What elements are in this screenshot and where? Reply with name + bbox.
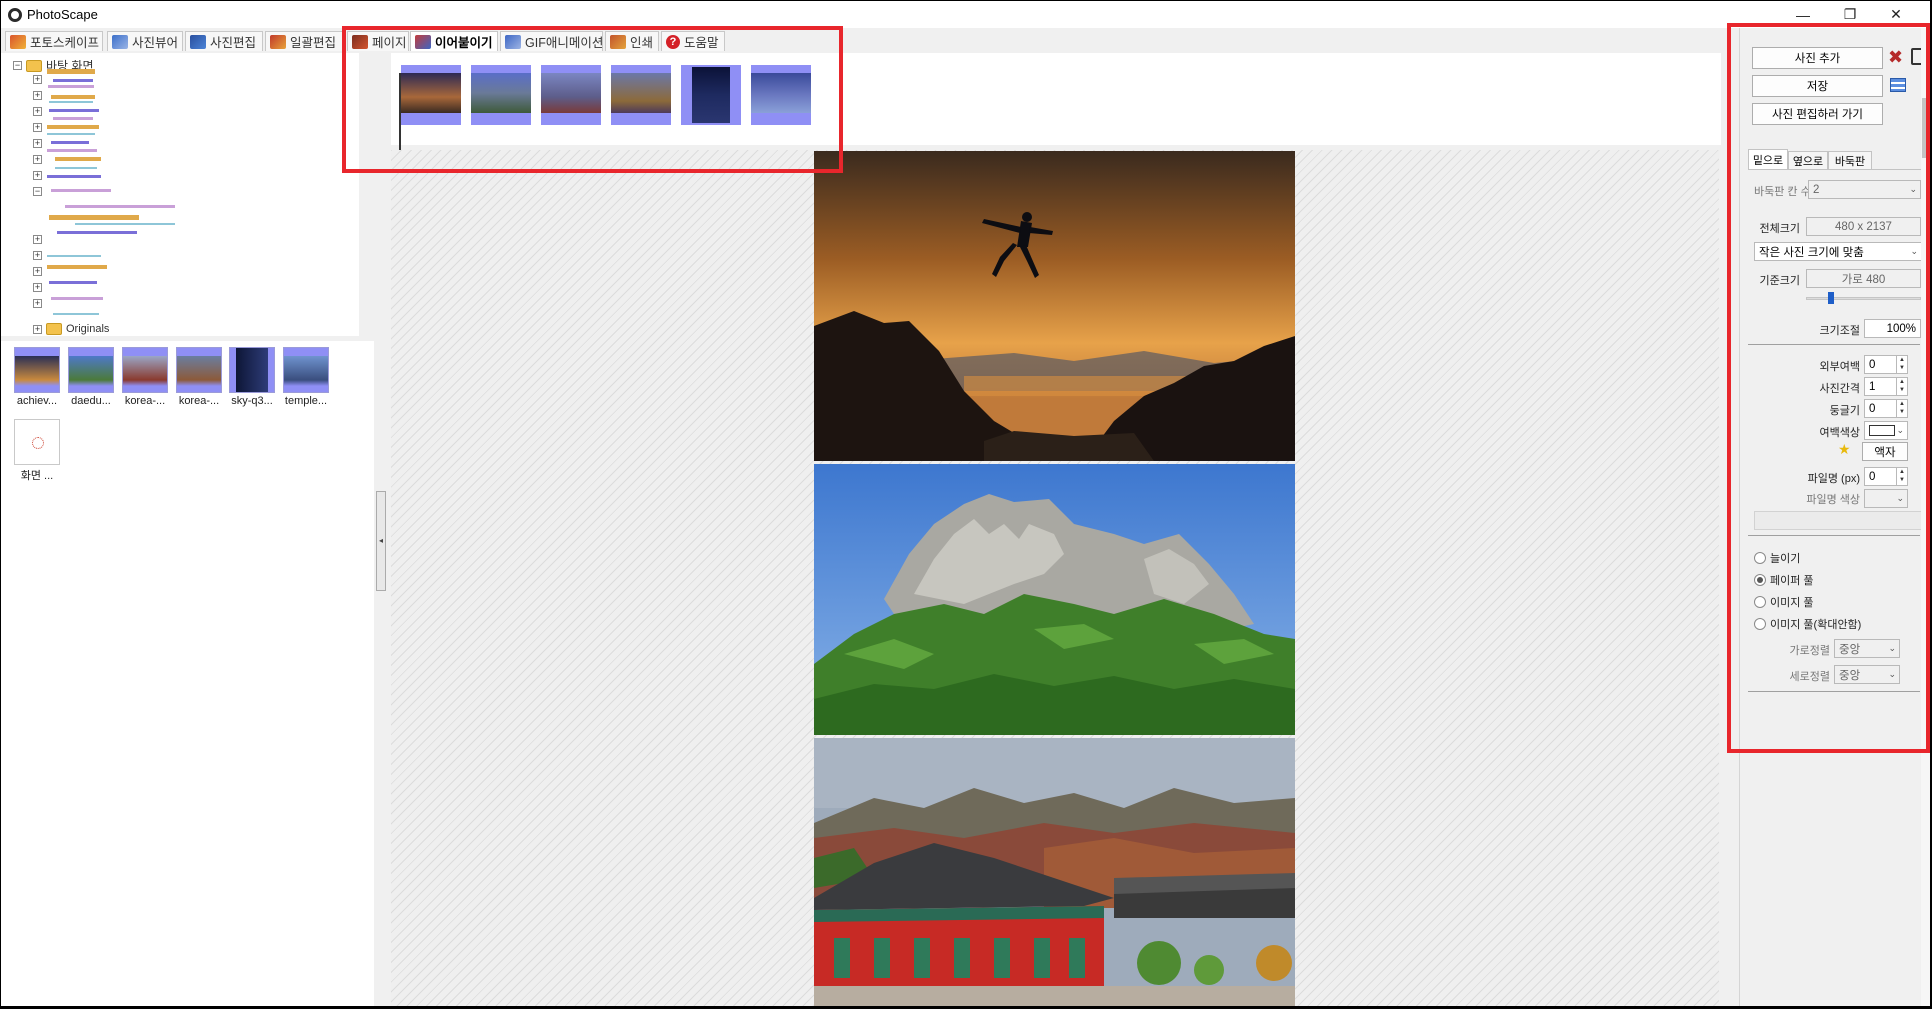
- main-tab-bar: 포토스케이프 사진뷰어 사진편집 일괄편집 페이지 이어붙이기 GIF애니메이션: [1, 28, 1930, 53]
- file-thumb-achiev[interactable]: achiev...: [12, 347, 62, 407]
- tab-label: 포토스케이프: [30, 36, 100, 50]
- thumb-label: sky-q3...: [231, 395, 273, 407]
- expand-icon[interactable]: +: [33, 324, 42, 334]
- thumb-label: korea-...: [178, 395, 220, 407]
- highlight-box-strip: [342, 26, 843, 173]
- photoscape-window: PhotoScape — ❐ ✕ 포토스케이프 사진뷰어 사진편집 일괄편집 페…: [1, 1, 1930, 1006]
- thumb-image: [176, 347, 222, 393]
- thumb-label: korea-...: [124, 395, 166, 407]
- thumb-image: [283, 347, 329, 393]
- thumb-label: 화면 ...: [20, 470, 54, 482]
- expand-icon[interactable]: +: [33, 107, 42, 116]
- screenshot-icon: [32, 437, 44, 449]
- batch-icon: [270, 34, 286, 49]
- app-title: PhotoScape: [27, 7, 98, 22]
- expand-icon[interactable]: +: [33, 267, 42, 276]
- collapse-icon[interactable]: −: [13, 61, 22, 70]
- thumb-image: [68, 347, 114, 393]
- combined-image-canvas[interactable]: [391, 150, 1719, 1006]
- file-thumb-screen[interactable]: 화면 ...: [12, 419, 62, 483]
- expand-icon[interactable]: +: [33, 155, 42, 164]
- thumb-label: temple...: [284, 395, 328, 407]
- photo-jump-sunset: [814, 151, 1295, 461]
- file-thumb-korea-2[interactable]: korea-...: [174, 347, 224, 407]
- title-bar: PhotoScape — ❐ ✕: [1, 1, 1930, 28]
- photoscape-logo-icon: [8, 8, 22, 22]
- tab-photoscape[interactable]: 포토스케이프: [5, 31, 103, 51]
- expand-icon[interactable]: +: [33, 283, 42, 292]
- folder-icon: [26, 59, 42, 72]
- expand-icon[interactable]: +: [33, 235, 42, 244]
- folder-icon: [46, 323, 62, 335]
- tab-editor[interactable]: 사진편집: [185, 31, 263, 51]
- photo-mountain-image: [814, 464, 1295, 735]
- tab-batch[interactable]: 일괄편집: [265, 31, 345, 51]
- editor-icon: [190, 34, 206, 49]
- tab-viewer[interactable]: 사진뷰어: [107, 31, 183, 51]
- thumb-image: [122, 347, 168, 393]
- expand-icon[interactable]: +: [33, 123, 42, 132]
- collapse-icon[interactable]: −: [33, 187, 42, 196]
- expand-icon[interactable]: +: [33, 299, 42, 308]
- pane-splitter-handle[interactable]: ◂: [376, 491, 386, 591]
- folder-tree[interactable]: − 바탕 화면 + + + + + + + − + + + + + + Orig…: [1, 53, 359, 336]
- expand-icon[interactable]: +: [33, 75, 42, 84]
- tab-label: 사진편집: [210, 36, 257, 50]
- photo-temple-image: [814, 738, 1295, 1006]
- photoscape-icon: [10, 34, 26, 49]
- file-thumbnail-list[interactable]: achiev... daedu... korea-... korea-... s…: [1, 341, 374, 1006]
- expand-icon[interactable]: +: [33, 171, 42, 180]
- thumb-image: [14, 347, 60, 393]
- expand-icon[interactable]: +: [33, 91, 42, 100]
- tab-label: 일괄편집: [290, 36, 337, 50]
- expand-icon[interactable]: +: [33, 251, 42, 260]
- tree-items-noise: [47, 69, 175, 315]
- photo-rocky-mountain: [814, 464, 1295, 735]
- thumb-label: daedu...: [71, 395, 111, 407]
- tab-label: 사진뷰어: [132, 36, 179, 50]
- thumb-image: [229, 347, 275, 393]
- file-thumb-sky[interactable]: sky-q3...: [227, 347, 277, 407]
- photo-jump-image: [814, 151, 1295, 461]
- tree-item-originals[interactable]: + Originals: [33, 323, 109, 335]
- highlight-box-panel: [1727, 23, 1930, 753]
- thumb-image: [14, 419, 60, 465]
- tree-item-label: Originals: [66, 323, 110, 335]
- thumb-label: achiev...: [16, 395, 58, 407]
- expand-icon[interactable]: +: [33, 139, 42, 148]
- photo-temple: [814, 738, 1295, 1006]
- viewer-icon: [112, 34, 128, 49]
- file-thumb-korea-1[interactable]: korea-...: [120, 347, 170, 407]
- file-thumb-temple[interactable]: temple...: [281, 347, 331, 407]
- file-thumb-daedu[interactable]: daedu...: [66, 347, 116, 407]
